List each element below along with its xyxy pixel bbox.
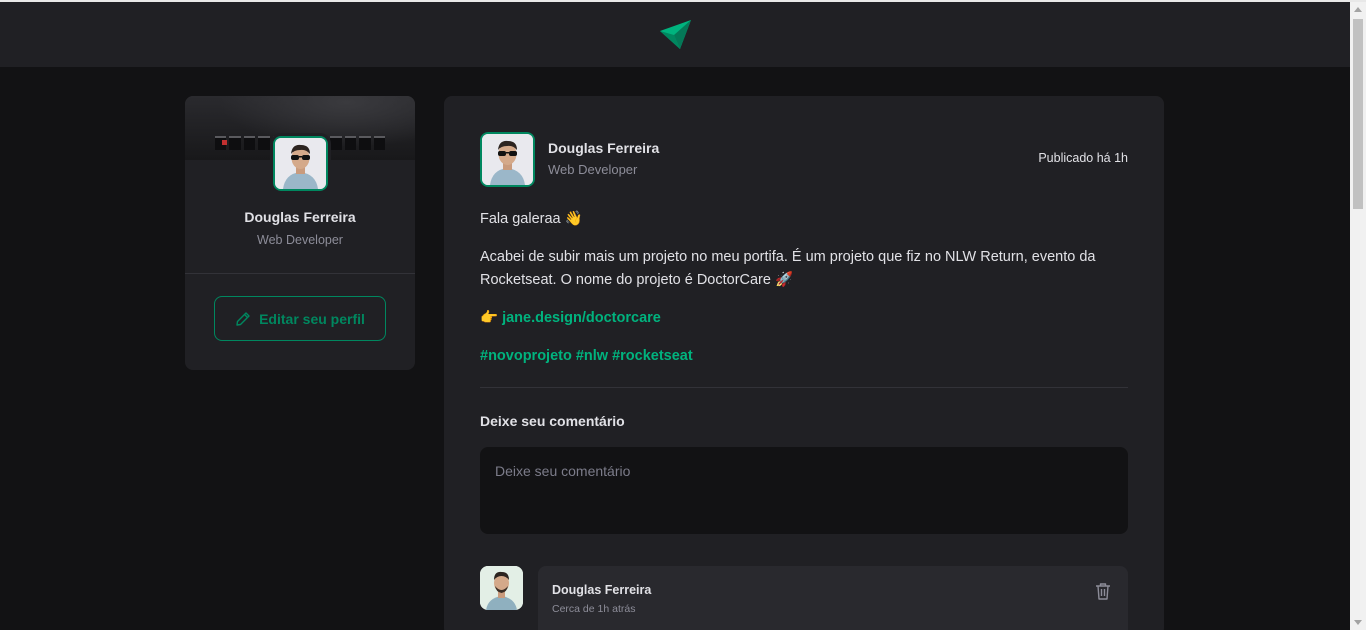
post-body: Acabei de subir mais um projeto no meu p… [480, 249, 1096, 288]
hashtag-link[interactable]: #rocketseat [612, 348, 693, 364]
ignite-feed-logo-icon[interactable] [658, 19, 692, 51]
app-header [0, 2, 1350, 67]
sidebar-user-role: Web Developer [257, 233, 343, 247]
comment-section-title: Deixe seu comentário [480, 413, 625, 429]
trash-icon[interactable] [1094, 582, 1112, 600]
post-link[interactable]: jane.design/doctorcare [502, 310, 661, 326]
post-author-name: Douglas Ferreira [548, 140, 660, 156]
post-author-role: Web Developer [548, 162, 638, 177]
comment-author-avatar[interactable] [480, 566, 523, 610]
post-author-avatar[interactable] [477, 129, 538, 190]
edit-profile-button[interactable]: Editar seu perfil [214, 296, 386, 341]
comment-input[interactable] [480, 447, 1128, 534]
post-content: Fala galeraa 👋 Acabei de subir mais um p… [480, 208, 1128, 383]
scroll-up-arrow-icon[interactable] [1354, 7, 1362, 12]
comment-author-name: Douglas Ferreira [552, 583, 652, 597]
comment-time: Cerca de 1h atrás [552, 603, 636, 615]
pointing-hand-emoji: 👉 [480, 310, 503, 326]
scroll-down-arrow-icon[interactable] [1354, 620, 1362, 625]
post-link-line: 👉 jane.design/doctorcare [480, 307, 1128, 330]
sidebar-user-name: Douglas Ferreira [244, 209, 356, 225]
post-card: Douglas Ferreira Web Developer Publicado… [444, 96, 1164, 630]
comment-card: Douglas Ferreira Cerca de 1h atrás [538, 566, 1128, 630]
post-greeting: Fala galeraa 👋 [480, 211, 583, 227]
post-hashtags: #novoprojeto #nlw #rocketseat [480, 345, 1128, 368]
sidebar-avatar[interactable] [270, 133, 331, 194]
scroll-thumb[interactable] [1353, 19, 1363, 209]
sidebar-divider [185, 273, 415, 274]
hashtag-link[interactable]: #nlw [576, 348, 608, 364]
profile-sidebar: Douglas Ferreira Web Developer Editar se… [185, 96, 415, 370]
edit-profile-label: Editar seu perfil [259, 310, 365, 327]
post-published-time: Publicado há 1h [1038, 151, 1128, 165]
post-divider [480, 387, 1128, 388]
page-scrollbar[interactable] [1350, 2, 1366, 630]
pencil-icon [236, 311, 250, 326]
hashtag-link[interactable]: #novoprojeto [480, 348, 572, 364]
